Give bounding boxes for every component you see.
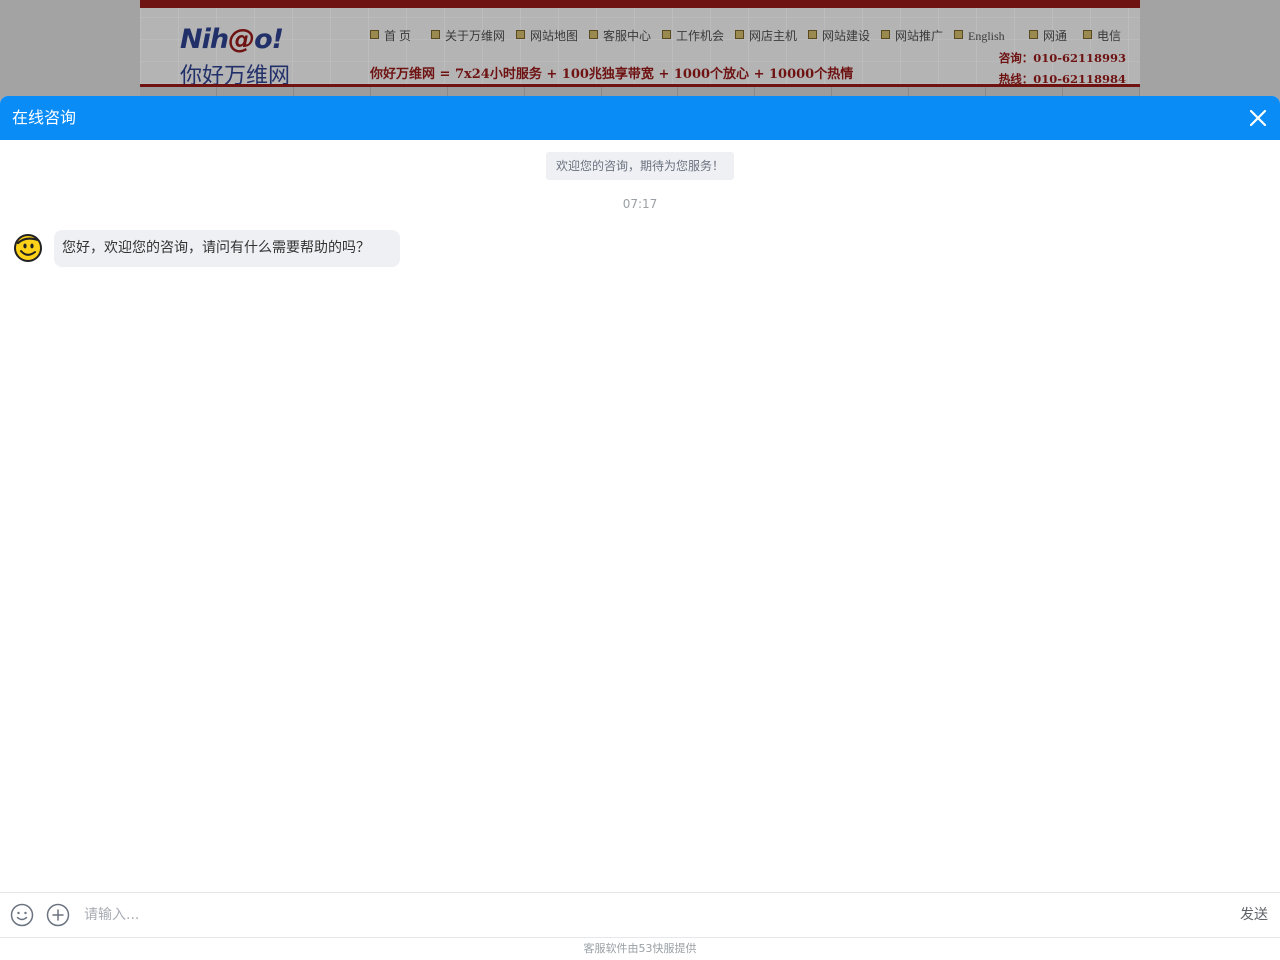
site-nav-item-sitemap[interactable]: 网站地图 bbox=[516, 28, 578, 44]
chat-title: 在线咨询 bbox=[12, 108, 77, 127]
site-nav-item-telecom[interactable]: 电信 bbox=[1083, 28, 1121, 44]
nav-bullet-icon bbox=[589, 30, 598, 39]
nav-bullet-icon bbox=[431, 30, 440, 39]
smiley-avatar-icon bbox=[12, 232, 44, 264]
nav-bullet-icon bbox=[662, 30, 671, 39]
logo-english: Nih@o! bbox=[180, 24, 284, 55]
site-nav-item-jobs[interactable]: 工作机会 bbox=[662, 28, 724, 44]
message-input[interactable] bbox=[84, 901, 1204, 929]
system-welcome-message: 欢迎您的咨询，期待为您服务！ bbox=[546, 152, 734, 180]
site-nav-item-hosting[interactable]: 网店主机 bbox=[735, 28, 797, 44]
nav-bullet-icon bbox=[1083, 30, 1092, 39]
chat-header: 在线咨询 bbox=[0, 96, 1280, 140]
site-nav-item-about[interactable]: 关于万维网 bbox=[431, 28, 505, 44]
chat-messages[interactable]: 欢迎您的咨询，期待为您服务！ 07:17 您好，欢迎您的咨询，请问有什么需要帮助… bbox=[0, 140, 1280, 892]
site-nav-item-english[interactable]: English bbox=[954, 28, 1005, 44]
nav-bullet-icon bbox=[808, 30, 817, 39]
site-nav-item-service[interactable]: 客服中心 bbox=[589, 28, 651, 44]
emoji-icon[interactable] bbox=[10, 903, 34, 927]
site-menu-bar bbox=[140, 87, 1140, 96]
site-nav-item-webdev[interactable]: 网站建设 bbox=[808, 28, 870, 44]
site-slogan: 你好万维网 = 7x24小时服务 + 100兆独享带宽 + 1000个放心 + … bbox=[370, 67, 854, 82]
site-header: Nih@o! 你好万维网 首 页 关于万维网 网站地图 客服中心 工作机会 网店… bbox=[140, 8, 1140, 89]
nav-bullet-icon bbox=[954, 30, 963, 39]
close-icon[interactable] bbox=[1246, 106, 1270, 130]
message-timestamp: 07:17 bbox=[622, 197, 658, 211]
nav-bullet-icon bbox=[881, 30, 890, 39]
agent-message-bubble: 您好，欢迎您的咨询，请问有什么需要帮助的吗？ bbox=[54, 230, 400, 267]
nav-bullet-icon bbox=[370, 30, 379, 39]
powered-by-footer: 客服软件由53快服提供 bbox=[583, 942, 697, 955]
site-nav-item-promotion[interactable]: 网站推广 bbox=[881, 28, 943, 44]
plus-circle-icon[interactable] bbox=[46, 903, 70, 927]
nav-bullet-icon bbox=[516, 30, 525, 39]
nav-bullet-icon bbox=[1029, 30, 1038, 39]
consult-phone: 咨询：010-62118993 bbox=[998, 51, 1126, 65]
background-website: Nih@o! 你好万维网 首 页 关于万维网 网站地图 客服中心 工作机会 网店… bbox=[140, 0, 1140, 96]
site-nav-item-home[interactable]: 首 页 bbox=[370, 28, 411, 44]
chat-input-bar: 发送 bbox=[0, 892, 1280, 938]
nav-bullet-icon bbox=[735, 30, 744, 39]
send-button[interactable]: 发送 bbox=[1240, 901, 1268, 929]
chat-window: 在线咨询 欢迎您的咨询，期待为您服务！ 07:17 您好，欢迎您的咨询，请问有什… bbox=[0, 96, 1280, 960]
site-top-bar bbox=[140, 0, 1140, 8]
site-nav-item-netcom[interactable]: 网通 bbox=[1029, 28, 1067, 44]
site-logo[interactable]: Nih@o! 你好万维网 bbox=[180, 24, 298, 89]
